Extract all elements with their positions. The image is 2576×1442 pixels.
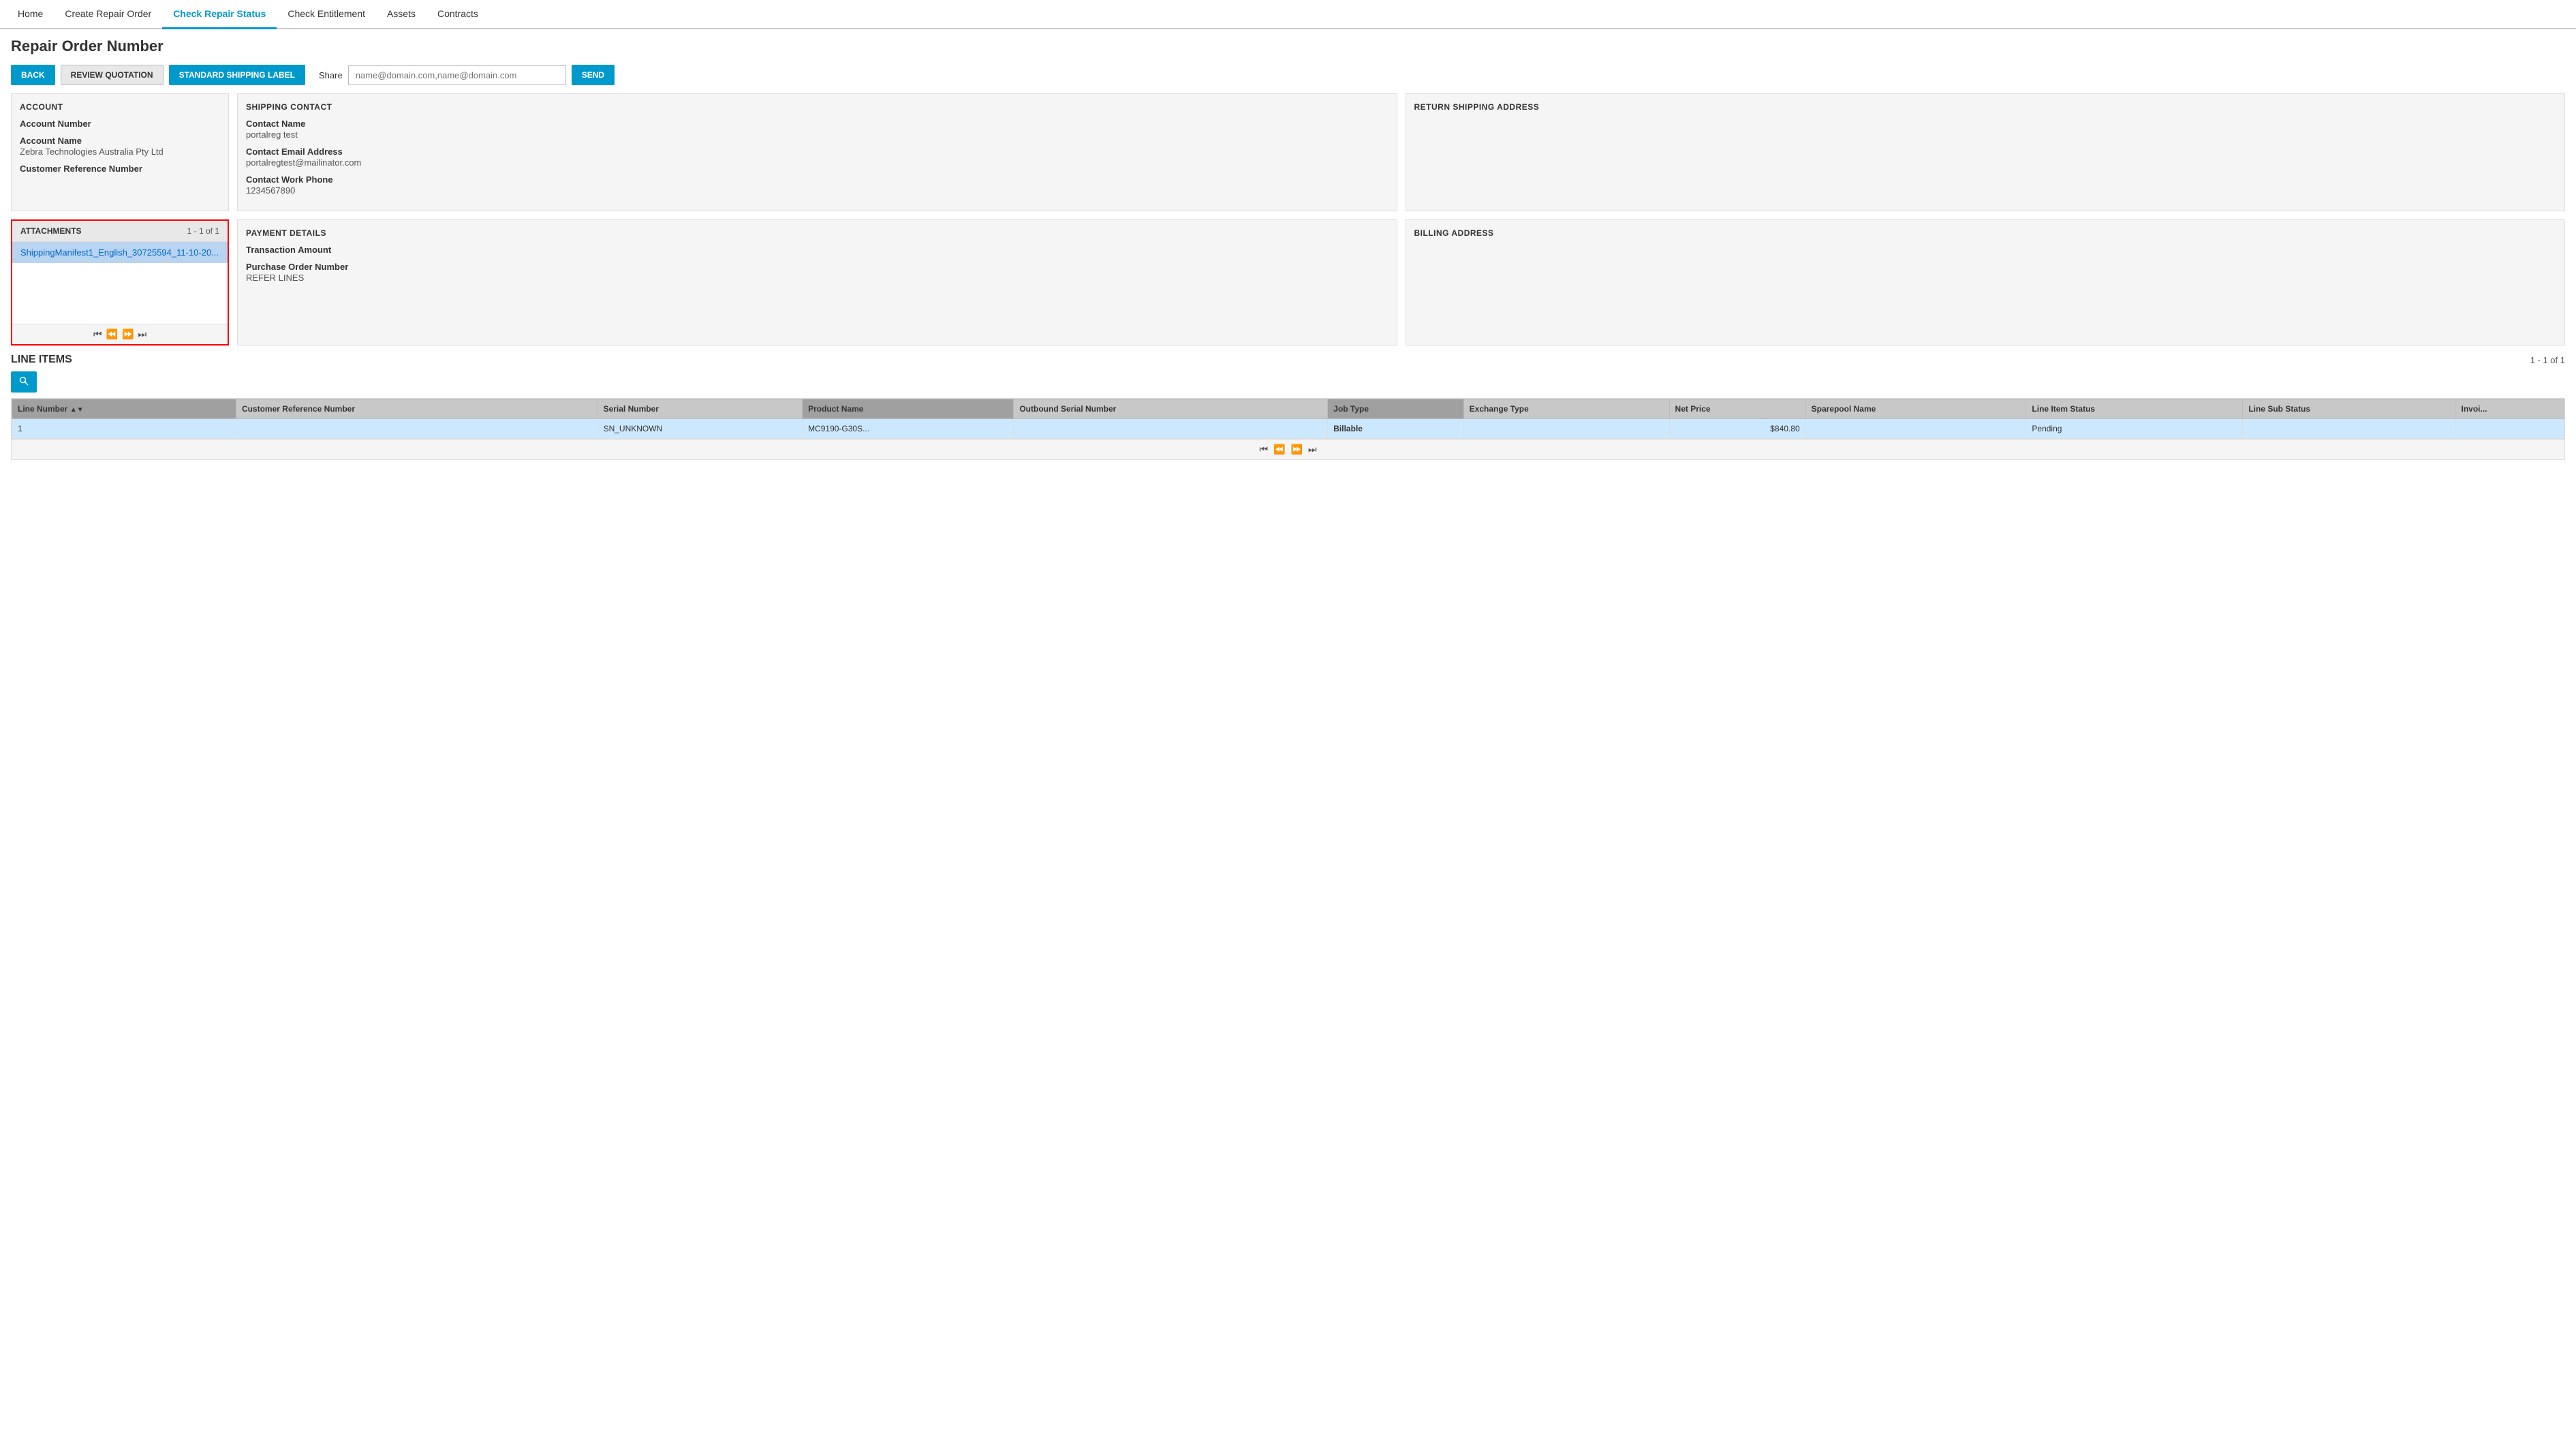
attachments-card: ATTACHMENTS 1 - 1 of 1 ShippingManifest1… — [11, 219, 229, 346]
attachment-link-0[interactable]: ShippingManifest1_English_30725594_11-10… — [12, 242, 228, 263]
contact-email-label: Contact Email Address — [246, 147, 1388, 157]
payment-details-card: PAYMENT DETAILS Transaction Amount Purch… — [237, 219, 1397, 346]
shipping-contact-title: SHIPPING CONTACT — [246, 102, 1388, 112]
transaction-amount-label: Transaction Amount — [246, 245, 1388, 255]
purchase-order-label: Purchase Order Number — [246, 262, 1388, 272]
pager-prev[interactable]: ⏪ — [106, 328, 118, 340]
pager-last[interactable]: ⏭ — [138, 328, 146, 340]
table-cell — [2455, 419, 2564, 439]
pager-first[interactable]: ⏮ — [93, 328, 102, 340]
table-row[interactable]: 1 SN_UNKNOWNMC9190-G30S... Billable $840.80… — [12, 419, 2564, 439]
nav-contracts[interactable]: Contracts — [426, 0, 489, 29]
billing-address-card: BILLING ADDRESS — [1406, 219, 2566, 346]
table-pager-prev[interactable]: ⏪ — [1273, 444, 1285, 455]
account-name-value: Zebra Technologies Australia Pty Ltd — [20, 147, 220, 157]
send-button[interactable]: SEND — [572, 65, 615, 85]
table-cell: 1 — [12, 419, 236, 439]
contact-phone-label: Contact Work Phone — [246, 174, 1388, 185]
table-cell: MC9190-G30S... — [803, 419, 1014, 439]
pager-next[interactable]: ⏩ — [122, 328, 134, 340]
nav-check-entitlement[interactable]: Check Entitlement — [277, 0, 376, 29]
col-line-item-status[interactable]: Line Item Status — [2026, 399, 2243, 419]
col-net-price[interactable]: Net Price — [1669, 399, 1805, 419]
attachments-footer: ⏮ ⏪ ⏩ ⏭ — [12, 324, 228, 344]
nav-assets[interactable]: Assets — [376, 0, 426, 29]
col-sparepool-name[interactable]: Sparepool Name — [1805, 399, 2026, 419]
table-cell: $840.80 — [1669, 419, 1805, 439]
table-cell — [236, 419, 598, 439]
review-quotation-button[interactable]: REVIEW QUOTATION — [61, 65, 164, 85]
line-items-section: LINE ITEMS 1 - 1 of 1 Line Number ▲▼ Cus… — [11, 354, 2565, 460]
table-pager-next[interactable]: ⏩ — [1291, 444, 1303, 455]
account-title: ACCOUNT — [20, 102, 220, 112]
nav-create-repair-order[interactable]: Create Repair Order — [54, 0, 162, 29]
col-serial-number[interactable]: Serial Number — [598, 399, 803, 419]
col-customer-ref[interactable]: Customer Reference Number — [236, 399, 598, 419]
share-input[interactable] — [348, 65, 566, 85]
nav-check-repair-status[interactable]: Check Repair Status — [162, 0, 277, 29]
contact-phone-value: 1234567890 — [246, 185, 1388, 196]
col-outbound-serial[interactable]: Outbound Serial Number — [1014, 399, 1328, 419]
table-wrapper: Line Number ▲▼ Customer Reference Number… — [11, 398, 2565, 440]
attachments-body: ShippingManifest1_English_30725594_11-10… — [12, 242, 228, 324]
search-icon — [19, 376, 29, 386]
page-title: Repair Order Number — [0, 29, 2576, 59]
contact-name-value: portalreg test — [246, 129, 1388, 140]
return-shipping-card: RETURN SHIPPING ADDRESS — [1406, 93, 2566, 211]
table-cell: Pending — [2026, 419, 2243, 439]
col-product-name[interactable]: Product Name — [803, 399, 1014, 419]
col-line-number[interactable]: Line Number ▲▼ — [12, 399, 236, 419]
col-line-sub-status[interactable]: Line Sub Status — [2243, 399, 2455, 419]
search-button[interactable] — [11, 371, 37, 393]
shipping-contact-card: SHIPPING CONTACT Contact Name portalreg … — [237, 93, 1397, 211]
back-button[interactable]: BACK — [11, 65, 55, 85]
return-shipping-title: RETURN SHIPPING ADDRESS — [1414, 102, 2557, 112]
table-cell — [1805, 419, 2026, 439]
customer-ref-label: Customer Reference Number — [20, 164, 220, 174]
line-items-table: Line Number ▲▼ Customer Reference Number… — [12, 399, 2564, 439]
content-area: ACCOUNT Account Number Account Name Zebr… — [0, 93, 2576, 460]
standard-shipping-label-button[interactable]: STANDARD SHIPPING LABEL — [169, 65, 305, 85]
col-job-type[interactable]: Job Type — [1328, 399, 1463, 419]
table-cell — [2243, 419, 2455, 439]
table-cell — [1014, 419, 1328, 439]
table-cell: SN_UNKNOWN — [598, 419, 803, 439]
payment-details-title: PAYMENT DETAILS — [246, 228, 1388, 238]
table-cell: Billable — [1328, 419, 1463, 439]
attachments-title: ATTACHMENTS — [20, 226, 82, 236]
table-footer: ⏮ ⏪ ⏩ ⏭ — [11, 440, 2565, 460]
billing-address-title: BILLING ADDRESS — [1414, 228, 2557, 238]
contact-email-value: portalregtest@mailinator.com — [246, 157, 1388, 168]
attachments-header: ATTACHMENTS 1 - 1 of 1 — [12, 221, 228, 242]
contact-name-label: Contact Name — [246, 119, 1388, 129]
col-invoice[interactable]: Invoi... — [2455, 399, 2564, 419]
table-cell — [1463, 419, 1669, 439]
line-items-title: LINE ITEMS — [11, 354, 72, 366]
account-name-label: Account Name — [20, 136, 220, 146]
nav-bar: Home Create Repair Order Check Repair St… — [0, 0, 2576, 29]
purchase-order-value: REFER LINES — [246, 273, 1388, 283]
table-pager-first[interactable]: ⏮ — [1259, 444, 1268, 455]
share-label: Share — [319, 70, 343, 80]
line-items-header: LINE ITEMS 1 - 1 of 1 — [11, 354, 2565, 366]
table-pager-last[interactable]: ⏭ — [1308, 444, 1317, 455]
nav-home[interactable]: Home — [7, 0, 54, 29]
toolbar: BACK REVIEW QUOTATION STANDARD SHIPPING … — [0, 59, 2576, 93]
col-exchange-type[interactable]: Exchange Type — [1463, 399, 1669, 419]
account-card: ACCOUNT Account Number Account Name Zebr… — [11, 93, 229, 211]
line-items-count: 1 - 1 of 1 — [2530, 355, 2565, 365]
top-grid: ACCOUNT Account Number Account Name Zebr… — [11, 93, 2565, 346]
account-number-label: Account Number — [20, 119, 220, 129]
attachments-count: 1 - 1 of 1 — [187, 226, 219, 236]
